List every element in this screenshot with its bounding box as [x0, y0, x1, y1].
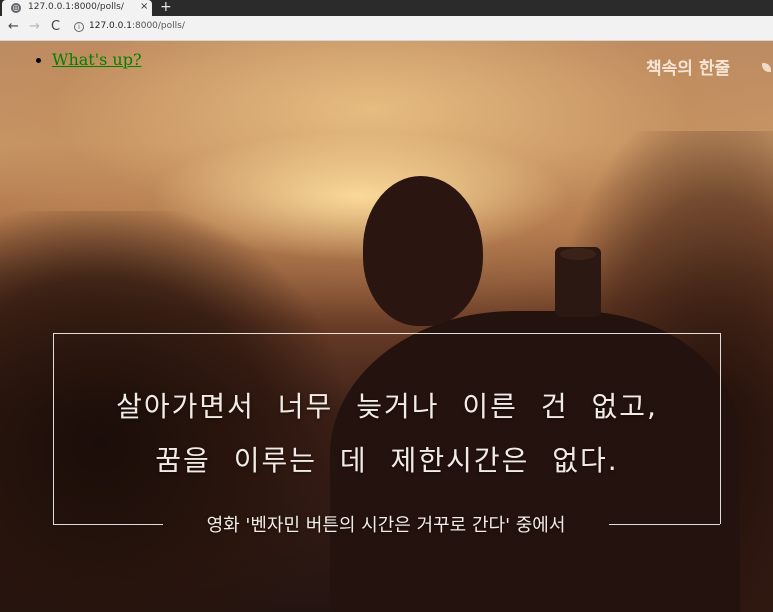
globe-icon: ◎: [11, 3, 21, 13]
person-silhouette-head: [363, 176, 483, 326]
forward-button[interactable]: →: [29, 19, 40, 35]
list-item: What's up?: [52, 50, 142, 69]
leaf-icon: [762, 63, 771, 72]
tab-strip: ◎ 127.0.0.1:8000/polls/ × +: [0, 0, 773, 16]
back-button[interactable]: ←: [8, 19, 19, 35]
camera-lens: [560, 248, 596, 260]
quote-frame: [53, 333, 721, 524]
brand-watermark: 책속의 한줄: [646, 59, 731, 79]
url-host: 127.0.0.1: [89, 21, 132, 31]
quote-frame-bottom-right: [609, 524, 720, 525]
browser-tab[interactable]: ◎ 127.0.0.1:8000/polls/ ×: [2, 0, 152, 16]
poll-question-link[interactable]: What's up?: [52, 50, 142, 69]
site-info-icon[interactable]: i: [74, 22, 84, 32]
address-bar[interactable]: 127.0.0.1:8000/polls/: [89, 21, 185, 31]
tab-title: 127.0.0.1:8000/polls/: [28, 2, 124, 12]
new-tab-button[interactable]: +: [160, 0, 172, 15]
quote-source: 영화 '벤자민 버튼의 시간은 거꾸로 간다' 중에서: [206, 515, 566, 536]
navigation-bar: ← → C i 127.0.0.1:8000/polls/: [0, 16, 773, 41]
poll-list: What's up?: [0, 41, 142, 69]
quote-frame-bottom-left: [53, 524, 163, 525]
close-tab-icon[interactable]: ×: [140, 1, 148, 12]
reload-button[interactable]: C: [51, 19, 60, 35]
quote-line-2: 꿈을 이루는 데 제한시간은 없다.: [155, 444, 619, 477]
page-content: 책속의 한줄 살아가면서 너무 늦거나 이른 건 없고, 꿈을 이루는 데 제한…: [0, 41, 773, 612]
quote-line-1: 살아가면서 너무 늦거나 이른 건 없고,: [116, 390, 658, 423]
url-path: :8000/polls/: [131, 21, 185, 31]
